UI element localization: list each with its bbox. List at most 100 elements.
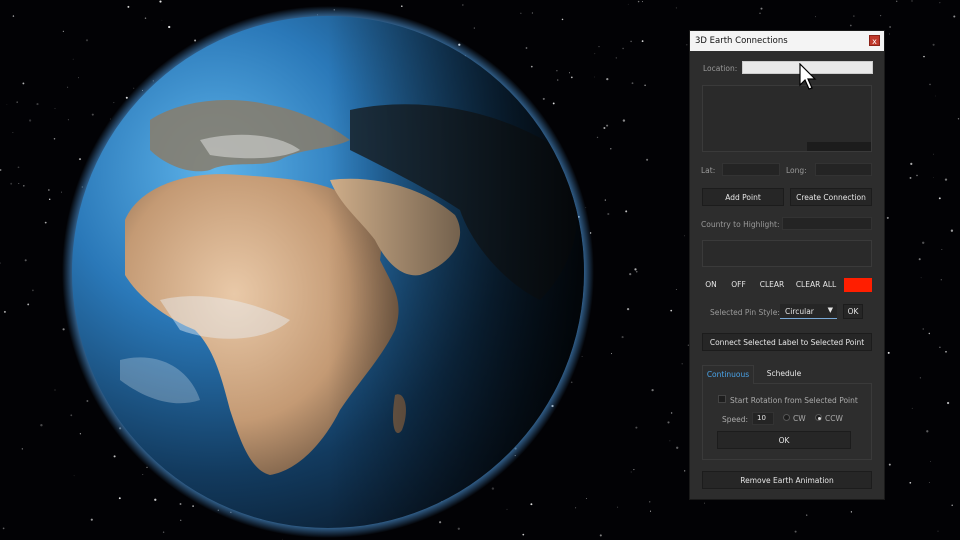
star: [889, 26, 891, 28]
star: [651, 388, 654, 392]
off-button[interactable]: OFF: [727, 278, 750, 292]
star: [675, 7, 677, 9]
clear-button[interactable]: CLEAR: [756, 278, 788, 292]
star: [941, 249, 943, 250]
star: [670, 309, 673, 312]
star: [520, 12, 522, 14]
star: [928, 332, 931, 335]
create-connection-button[interactable]: Create Connection: [790, 188, 872, 206]
star: [21, 448, 23, 450]
close-button[interactable]: x: [869, 35, 880, 46]
star: [646, 158, 649, 161]
remove-earth-animation-button[interactable]: Remove Earth Animation: [702, 471, 872, 489]
earth-connections-panel: 3D Earth Connections x Location: Lat: Lo…: [689, 30, 885, 500]
star: [67, 119, 69, 121]
tab-schedule[interactable]: Schedule: [758, 365, 810, 384]
star: [17, 166, 20, 169]
star: [525, 47, 528, 49]
star: [54, 389, 56, 391]
star: [62, 30, 65, 33]
star: [759, 12, 761, 15]
star: [684, 470, 686, 472]
star: [3, 310, 6, 313]
star: [192, 505, 194, 507]
location-results-list[interactable]: [702, 85, 872, 152]
cw-radio[interactable]: [783, 414, 790, 421]
star: [70, 414, 73, 417]
cw-label: CW: [793, 414, 806, 423]
connect-label-button[interactable]: Connect Selected Label to Selected Point: [702, 333, 872, 351]
star: [28, 119, 32, 122]
star: [922, 328, 924, 330]
star: [22, 184, 25, 187]
add-point-button[interactable]: Add Point: [702, 188, 784, 206]
star: [18, 183, 20, 185]
star: [681, 363, 683, 365]
star: [133, 87, 135, 89]
star: [637, 0, 640, 3]
star: [127, 5, 130, 8]
highlight-color-swatch[interactable]: [844, 278, 872, 292]
pin-style-select[interactable]: Circular ▼: [780, 304, 837, 319]
long-input[interactable]: [815, 163, 872, 176]
star: [928, 481, 930, 484]
star: [32, 289, 34, 292]
star: [594, 76, 596, 78]
star: [598, 45, 600, 48]
star: [599, 534, 602, 537]
star: [542, 97, 545, 100]
pin-style-ok-button[interactable]: OK: [843, 304, 863, 319]
continuous-tab-panel: Start Rotation from Selected Point Speed…: [702, 384, 872, 460]
rotation-ok-button[interactable]: OK: [717, 431, 851, 449]
speed-input[interactable]: 10: [752, 412, 774, 425]
ccw-radio[interactable]: [815, 414, 822, 421]
clear-all-button[interactable]: CLEAR ALL: [794, 278, 838, 292]
star: [40, 424, 43, 427]
window-titlebar[interactable]: 3D Earth Connections x: [690, 31, 884, 51]
star: [506, 508, 508, 510]
star: [142, 473, 144, 475]
star: [27, 303, 30, 306]
star: [603, 127, 606, 129]
star: [606, 124, 609, 127]
star: [617, 506, 619, 508]
star: [922, 241, 925, 244]
star: [556, 70, 558, 72]
start-rotation-label: Start Rotation from Selected Point: [730, 396, 858, 405]
star: [626, 307, 630, 311]
country-list[interactable]: [702, 240, 872, 267]
star: [953, 15, 956, 18]
star: [649, 501, 651, 503]
star: [918, 258, 921, 261]
ccw-label: CCW: [825, 414, 843, 423]
star: [79, 433, 82, 435]
star: [644, 84, 646, 87]
star: [794, 530, 797, 533]
star: [462, 4, 464, 6]
star: [77, 77, 79, 79]
on-button[interactable]: ON: [701, 278, 721, 292]
country-highlight-input[interactable]: [782, 217, 872, 230]
star: [940, 279, 942, 281]
lat-input[interactable]: [722, 163, 780, 176]
star: [610, 148, 612, 150]
long-label: Long:: [786, 166, 807, 175]
speed-label: Speed:: [722, 415, 749, 424]
star: [853, 15, 855, 17]
star: [159, 0, 162, 3]
results-scrollbar[interactable]: [807, 142, 871, 151]
star: [889, 33, 891, 35]
star: [596, 136, 599, 139]
star: [36, 103, 39, 106]
star: [926, 430, 929, 433]
star: [916, 174, 918, 177]
start-rotation-checkbox[interactable]: [718, 395, 726, 403]
star: [12, 132, 14, 133]
star: [530, 65, 533, 68]
star: [933, 153, 934, 155]
star: [168, 25, 171, 29]
location-label: Location:: [703, 64, 738, 73]
star: [957, 118, 960, 120]
tab-continuous[interactable]: Continuous: [702, 365, 754, 384]
star: [937, 530, 939, 532]
